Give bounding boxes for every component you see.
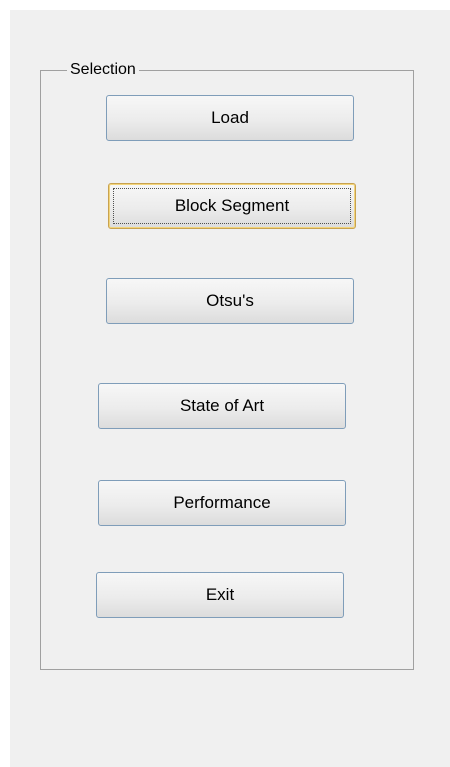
otsu-button[interactable]: Otsu's bbox=[106, 278, 354, 324]
otsu-button-label: Otsu's bbox=[206, 291, 254, 310]
load-button[interactable]: Load bbox=[106, 95, 354, 141]
figure-window: Selection Load Block Segment Otsu's Stat… bbox=[10, 10, 450, 767]
performance-button[interactable]: Performance bbox=[98, 480, 346, 526]
exit-button[interactable]: Exit bbox=[96, 572, 344, 618]
block-segment-button[interactable]: Block Segment bbox=[108, 183, 356, 229]
state-of-art-button-label: State of Art bbox=[179, 396, 265, 415]
load-button-label: Load bbox=[211, 108, 249, 127]
state-of-art-button[interactable]: State of Art bbox=[98, 383, 346, 429]
block-segment-button-label: Block Segment bbox=[113, 188, 351, 224]
performance-button-label: Performance bbox=[173, 493, 271, 512]
exit-button-label: Exit bbox=[205, 585, 235, 604]
selection-groupbox-title: Selection bbox=[67, 61, 139, 79]
